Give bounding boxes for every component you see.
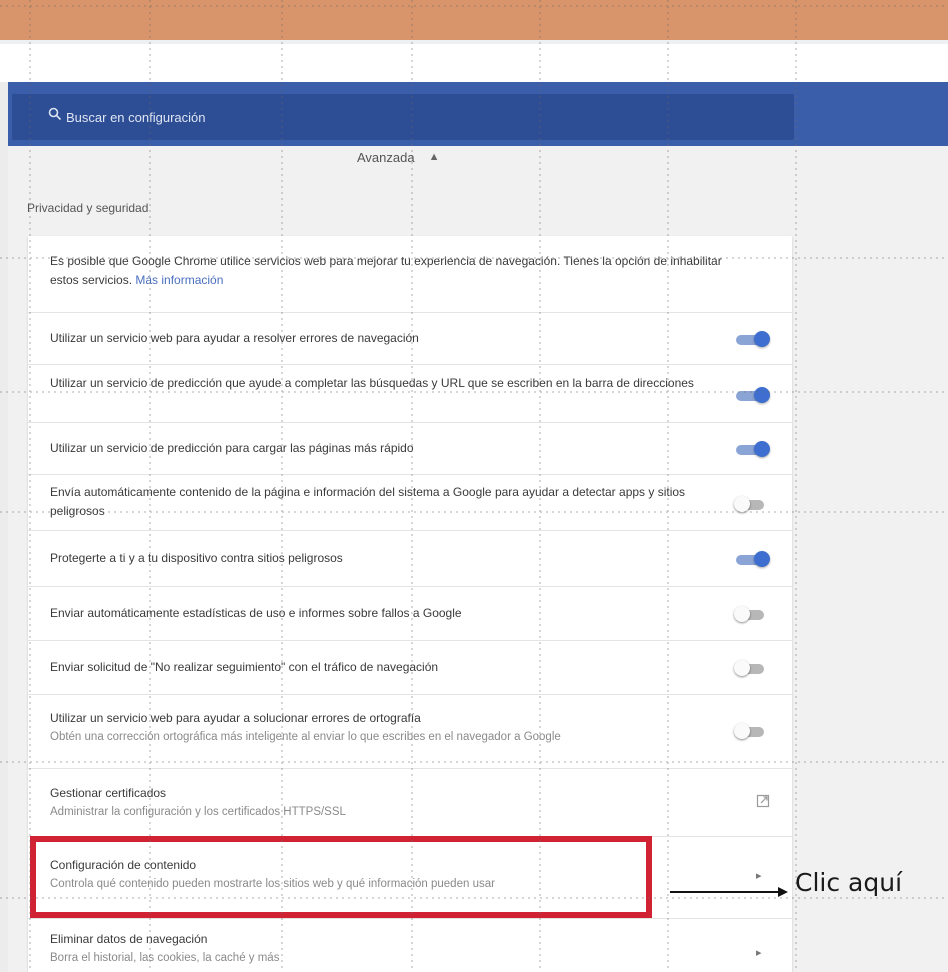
highlight-box — [30, 836, 652, 918]
chevron-right-icon: ▸ — [756, 947, 762, 959]
clear-browsing-data-row[interactable]: Eliminar datos de navegación Borra el hi… — [28, 918, 792, 972]
annotation-label: Clic aquí — [795, 868, 903, 897]
window-top-band — [0, 0, 948, 40]
manage-certificates-row[interactable]: Gestionar certificados Administrar la co… — [28, 768, 792, 836]
setting-label: Utilizar un servicio web para ayudar a s… — [50, 711, 421, 725]
clear-data-sublabel: Borra el historial, las cookies, la cach… — [50, 952, 280, 964]
setting-text: Utilizar un servicio web para ayudar a s… — [50, 709, 730, 747]
toolbar-strip — [0, 44, 948, 82]
setting-row[interactable]: Enviar solicitud de "No realizar seguimi… — [28, 640, 792, 694]
setting-row[interactable]: Utilizar un servicio web para ayudar a r… — [28, 312, 792, 364]
search-input[interactable]: Buscar en configuración — [12, 94, 794, 140]
clear-data-label: Eliminar datos de navegación — [50, 932, 208, 946]
privacy-intro: Es posible que Google Chrome utilice ser… — [28, 252, 792, 296]
certificates-sublabel: Administrar la configuración y los certi… — [50, 806, 346, 818]
setting-toggle[interactable] — [736, 331, 770, 347]
chevron-up-icon: ▲ — [428, 151, 440, 163]
search-placeholder: Buscar en configuración — [66, 109, 206, 125]
setting-label: Protegerte a ti y a tu dispositivo contr… — [50, 551, 343, 565]
setting-toggle[interactable] — [734, 496, 770, 512]
setting-label: Utilizar un servicio de predicción para … — [50, 441, 414, 455]
advanced-label: Avanzada — [357, 149, 415, 165]
arrow-right-icon — [670, 887, 788, 897]
advanced-toggle[interactable]: Avanzada ▲ — [357, 146, 439, 168]
search-icon — [48, 107, 62, 121]
setting-row[interactable]: Envía automáticamente contenido de la pá… — [28, 474, 792, 530]
setting-toggle[interactable] — [736, 387, 770, 403]
clear-data-text: Eliminar datos de navegación Borra el hi… — [50, 930, 730, 968]
setting-row[interactable]: Enviar automáticamente estadísticas de u… — [28, 586, 792, 640]
privacy-intro-text: Es posible que Google Chrome utilice ser… — [50, 252, 730, 290]
certificates-label: Gestionar certificados — [50, 786, 167, 800]
setting-row[interactable]: Utilizar un servicio web para ayudar a s… — [28, 694, 792, 764]
certificates-text: Gestionar certificados Administrar la co… — [50, 784, 730, 822]
setting-toggle[interactable] — [736, 551, 770, 567]
setting-sublabel: Obtén una corrección ortográfica más int… — [50, 731, 561, 743]
open-in-new-icon — [756, 794, 770, 808]
setting-label: Enviar solicitud de "No realizar seguimi… — [50, 660, 439, 674]
setting-toggle[interactable] — [734, 723, 770, 739]
setting-toggle[interactable] — [736, 441, 770, 457]
chevron-right-icon: ▸ — [756, 870, 762, 882]
setting-toggle[interactable] — [734, 660, 770, 676]
setting-toggle[interactable] — [734, 606, 770, 622]
setting-label: Utilizar un servicio de predicción que a… — [50, 376, 694, 390]
setting-label: Enviar automáticamente estadísticas de u… — [50, 606, 462, 620]
setting-label: Utilizar un servicio web para ayudar a r… — [50, 331, 419, 345]
setting-row[interactable]: Protegerte a ti y a tu dispositivo contr… — [28, 530, 792, 586]
section-title: Privacidad y seguridad — [27, 201, 149, 215]
more-info-link[interactable]: Más información — [135, 273, 223, 287]
setting-row[interactable]: Utilizar un servicio de predicción para … — [28, 422, 792, 474]
setting-label: Envía automáticamente contenido de la pá… — [50, 485, 686, 518]
setting-row[interactable]: Utilizar un servicio de predicción que a… — [28, 364, 792, 422]
